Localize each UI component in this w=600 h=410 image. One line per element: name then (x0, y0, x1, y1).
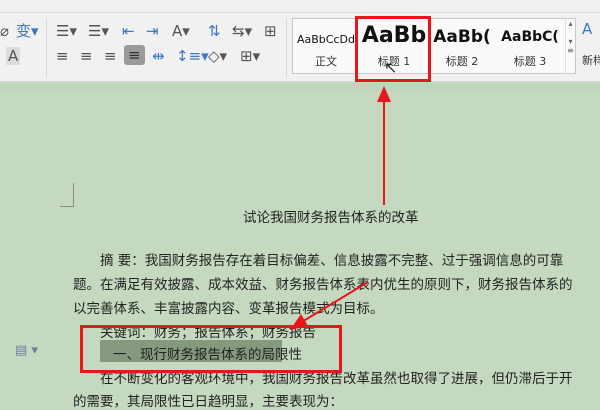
arrow-down-head (290, 314, 308, 330)
mouse-cursor-icon: ↖ (384, 58, 398, 77)
arrow-down (299, 281, 369, 324)
annotation-arrows (290, 86, 391, 330)
arrow-up-head (377, 86, 391, 102)
